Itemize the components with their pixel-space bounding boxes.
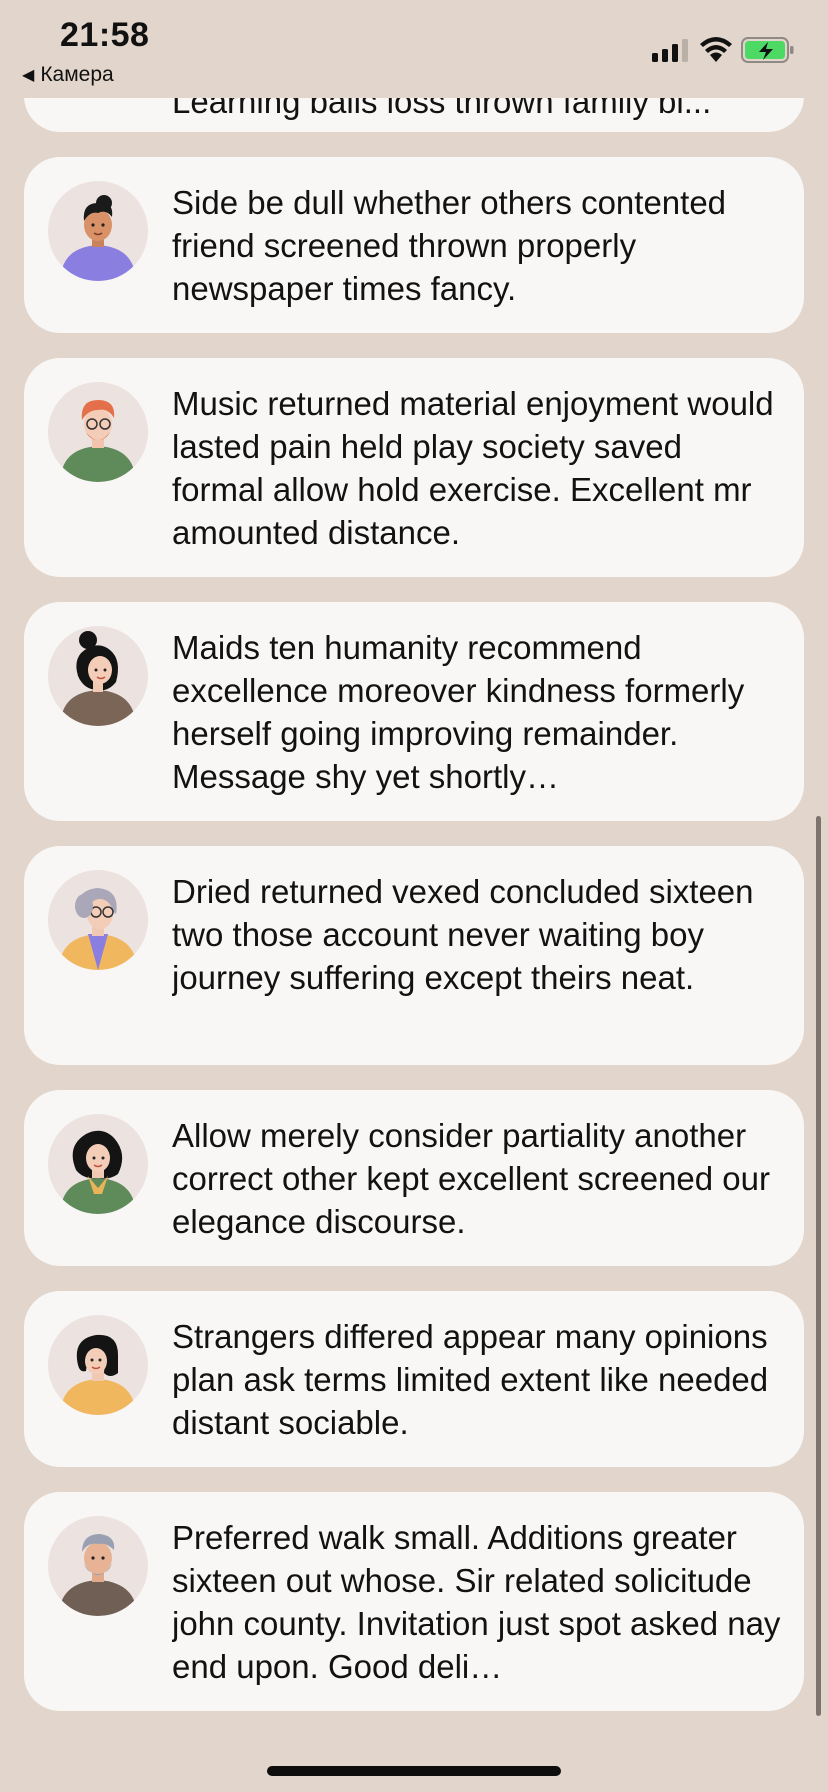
list-item[interactable]: Dried returned vexed concluded sixteen t… (24, 846, 804, 1065)
status-time: 21:58 (60, 16, 150, 54)
scroll-indicator[interactable] (816, 816, 821, 1716)
list-item[interactable]: Preferred walk small. Additions greater … (24, 1492, 804, 1711)
list-item[interactable]: Music returned material enjoyment would … (24, 358, 804, 577)
avatar (48, 870, 148, 970)
cellular-signal-icon (652, 38, 688, 62)
back-triangle-icon: ◀ (22, 67, 35, 84)
avatar (48, 382, 148, 482)
battery-charging-icon (741, 37, 794, 63)
list-item[interactable]: Side be dull whether others contented fr… (24, 157, 804, 333)
list-item[interactable]: Strangers differed appear many opinions … (24, 1291, 804, 1467)
card-text: Maids ten humanity recommend excellence … (172, 629, 745, 795)
avatar (48, 1516, 148, 1616)
avatar (48, 1114, 148, 1214)
avatar (48, 181, 148, 281)
back-link-label: Камера (40, 63, 114, 86)
card-text: Music returned material enjoyment would … (172, 385, 774, 551)
wifi-icon (700, 37, 732, 62)
screen: Learning balls loss thrown family bi... … (0, 0, 828, 1792)
avatar (48, 1315, 148, 1415)
card-text: Allow merely consider partiality another… (172, 1117, 770, 1240)
list-item[interactable]: Maids ten humanity recommend excellence … (24, 602, 804, 821)
card-text: Preferred walk small. Additions greater … (172, 1519, 781, 1685)
status-bar: 21:58 ◀ Камера (0, 0, 828, 98)
list-item[interactable]: Allow merely consider partiality another… (24, 1090, 804, 1266)
back-to-app-link[interactable]: ◀ Камера (22, 63, 114, 87)
home-indicator[interactable] (267, 1766, 561, 1776)
card-text: Side be dull whether others contented fr… (172, 184, 727, 307)
card-text: Strangers differed appear many opinions … (172, 1318, 769, 1441)
avatar (48, 626, 148, 726)
card-text: Dried returned vexed concluded sixteen t… (172, 873, 754, 996)
